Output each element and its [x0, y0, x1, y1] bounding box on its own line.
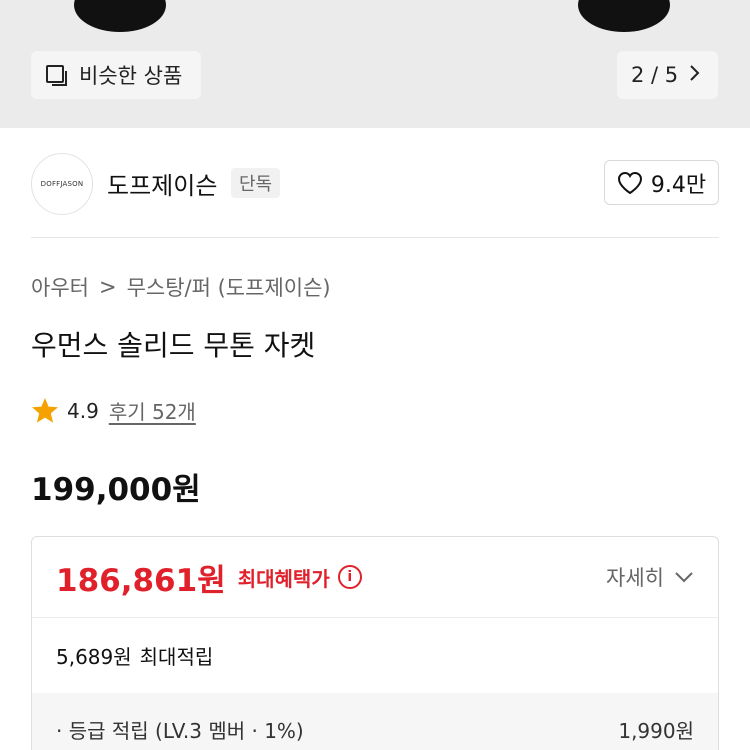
similar-products-label: 비슷한 상품	[79, 64, 183, 88]
like-button[interactable]: 9.4만	[604, 160, 719, 205]
section-divider	[31, 237, 719, 238]
breadcrumb-subcategory[interactable]: 무스탕/퍼 (도프제이슨)	[127, 272, 331, 302]
details-toggle-button[interactable]: 자세히	[606, 562, 694, 592]
similar-products-button[interactable]: 비슷한 상품	[31, 51, 201, 99]
star-icon	[32, 398, 58, 423]
original-price: 199,000원	[31, 472, 201, 508]
grade-points-row: · 등급 적립 (LV.3 멤버 · 1%) 1,990원	[56, 715, 694, 744]
chevron-down-icon	[675, 572, 693, 583]
grade-points-block: · 등급 적립 (LV.3 멤버 · 1%) 1,990원	[32, 693, 718, 750]
like-count: 9.4만	[650, 172, 707, 198]
max-points-amount: 5,689원	[56, 645, 132, 669]
rating-summary: 4.9 후기 52개	[31, 396, 196, 425]
brand-name-link[interactable]: 도프제이슨	[107, 166, 217, 201]
brand-logo[interactable]: DOFFJASON	[31, 153, 93, 215]
product-title: 우먼스 솔리드 무톤 자켓	[31, 329, 316, 362]
breadcrumb: 아우터 > 무스탕/퍼 (도프제이슨)	[31, 272, 331, 302]
grade-points-amount: 1,990원	[618, 719, 694, 743]
details-label: 자세히	[606, 566, 664, 590]
similar-products-icon	[45, 63, 69, 87]
exclusive-badge: 단독	[231, 168, 281, 198]
best-price-row: 186,861원 최대혜택가 i 자세히	[32, 537, 718, 617]
grade-points-label: · 등급 적립 (LV.3 멤버 · 1%)	[56, 719, 304, 743]
best-benefit-label: 최대혜택가	[237, 566, 330, 591]
breadcrumb-category[interactable]: 아우터	[31, 272, 89, 302]
product-image-detail-left	[74, 0, 166, 32]
breadcrumb-separator: >	[98, 275, 117, 299]
reviews-link[interactable]: 후기 52개	[109, 396, 196, 425]
product-image-detail-right	[578, 0, 670, 32]
image-pager-button[interactable]: 2 / 5	[617, 51, 718, 99]
brand-logo-text: DOFFJASON	[40, 180, 84, 188]
best-benefit-price: 186,861원	[56, 562, 226, 599]
image-pager-text: 2 / 5	[631, 63, 679, 87]
chevron-right-icon	[688, 63, 700, 87]
heart-icon	[617, 171, 642, 194]
rating-score: 4.9	[67, 398, 99, 423]
info-icon[interactable]: i	[337, 565, 362, 589]
max-points-row: 5,689원 최대적립	[32, 618, 718, 693]
benefit-card: 186,861원 최대혜택가 i 자세히 5,689원 최대적립 · 등급 적립…	[31, 536, 719, 750]
product-image-area[interactable]: 비슷한 상품 2 / 5	[0, 0, 750, 128]
max-points-label: 최대적립	[139, 645, 214, 669]
